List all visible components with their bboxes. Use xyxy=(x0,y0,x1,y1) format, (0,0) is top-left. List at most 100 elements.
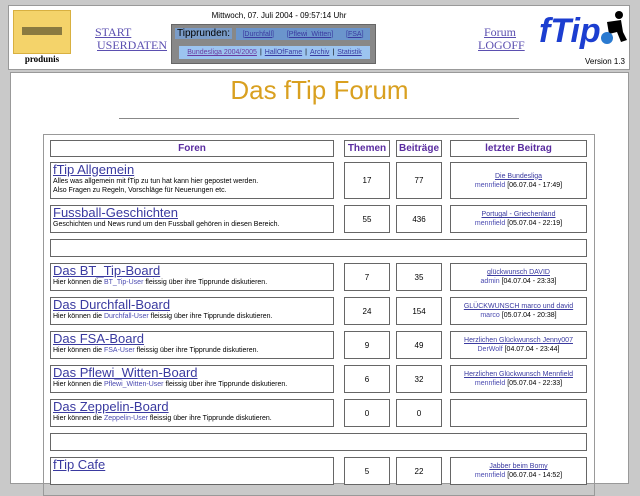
last-post: Herzlichen Glückwunsch Jenny007 DerWolf [… xyxy=(450,331,587,359)
forum-description: Geschichten und News rund um den Fussbal… xyxy=(51,220,333,229)
column-header-label: Themen xyxy=(347,143,387,154)
forum-name-link[interactable]: fTip Allgemein xyxy=(51,163,333,177)
topic-count: 17 xyxy=(344,162,390,199)
forum-name-link[interactable]: fTip Cafe xyxy=(51,458,333,472)
last-post-user[interactable]: mennfield xyxy=(475,472,505,479)
topic-count: 0 xyxy=(344,399,390,427)
forum-description-text: Alles was allgemein mit fTip zu tun hat … xyxy=(53,178,259,185)
last-post xyxy=(450,399,587,427)
post-count-value: 436 xyxy=(412,214,426,224)
last-post-user[interactable]: marco xyxy=(480,312,499,319)
forum-name-link[interactable]: Das FSA-Board xyxy=(51,332,333,346)
description-text: fleissig über ihre Tipprunde diskutieren… xyxy=(147,415,272,422)
user-avatar xyxy=(13,10,71,54)
forum-row-info: Fussball-Geschichten Geschichten und News… xyxy=(50,205,334,233)
last-post-meta: mennfield [05.07.04 - 22:33] xyxy=(451,379,586,388)
userdaten-link[interactable]: USERDATEN xyxy=(97,38,167,53)
column-header-last-post: letzter Beitrag xyxy=(450,140,587,157)
post-count: 77 xyxy=(396,162,442,199)
last-post-link[interactable]: Portugal - Griechenland xyxy=(451,210,586,219)
forum-name-link[interactable]: Das Pflewi_Witten-Board xyxy=(51,366,333,380)
forum-name-link[interactable]: Das Zeppelin-Board xyxy=(51,400,333,414)
post-count: 49 xyxy=(396,331,442,359)
column-header-label: letzter Beitrag xyxy=(485,143,552,154)
last-post: Jabber beim Bomy mennfield [06.07.04 - 14… xyxy=(450,457,587,485)
last-post-date: [06.07.04 - 17:49] xyxy=(507,181,563,189)
description-text: fleissig über ihre Tipprunde diskutieren… xyxy=(143,279,268,286)
halloffame-link[interactable]: HallOfFame xyxy=(265,49,302,56)
nav-panel: Tipprunden: [Durchfall] [Pflewi_Witten] … xyxy=(171,24,376,64)
last-post-user[interactable]: admin xyxy=(481,278,500,285)
bundesliga-link[interactable]: Bundesliga 2004/2005 xyxy=(187,49,257,56)
date-display: Mittwoch, 07. Juli 2004 - 09:57:14 Uhr xyxy=(211,11,347,20)
post-count: 35 xyxy=(396,263,442,291)
post-count-value: 154 xyxy=(412,306,426,316)
header: produnis START USERDATEN Mittwoch, 07. J… xyxy=(8,5,630,70)
last-post-link[interactable]: Herzlichen Glückwunsch Jenny007 xyxy=(451,336,586,345)
version-label: Version 1.3 xyxy=(584,57,625,66)
player-icon xyxy=(601,11,627,44)
last-post-date: [05.07.04 - 20:38] xyxy=(501,312,557,319)
forum-name-link[interactable]: Fussball-Geschichten xyxy=(51,206,333,220)
post-count: 154 xyxy=(396,297,442,325)
user-group-link[interactable]: Pflewi_Witten-User xyxy=(104,381,164,388)
tipprunde-durchfall[interactable]: [Durchfall] xyxy=(242,31,274,38)
description-text: Hier können die xyxy=(53,415,104,422)
forum-row-info: fTip Cafe xyxy=(50,457,334,485)
forum-row-info: Das Pflewi_Witten-Board Hier können die P… xyxy=(50,365,334,393)
topic-count: 5 xyxy=(344,457,390,485)
last-post: Herzlichen Glückwunsch Mennfield mennfiel… xyxy=(450,365,587,393)
logoff-link[interactable]: LOGOFF xyxy=(478,38,525,53)
user-group-link[interactable]: Zeppelin-User xyxy=(104,415,148,422)
statistik-link[interactable]: Statistik xyxy=(337,49,362,56)
description-text: fleissig über ihre Tipprunde diskutieren… xyxy=(134,347,259,354)
description-text: Hier können die xyxy=(53,313,104,320)
tipprunde-fsa[interactable]: [FSA] xyxy=(346,31,364,38)
user-group-link[interactable]: FSA-User xyxy=(104,347,135,354)
last-post-link[interactable]: Herzlichen Glückwunsch Mennfield xyxy=(451,370,586,379)
last-post-user[interactable]: mennfield xyxy=(475,380,505,387)
topic-count: 24 xyxy=(344,297,390,325)
topic-count-value: 0 xyxy=(364,408,370,418)
topic-count: 6 xyxy=(344,365,390,393)
archiv-link[interactable]: Archiv xyxy=(310,49,329,56)
topic-count-value: 7 xyxy=(364,272,370,282)
post-count-value: 49 xyxy=(414,340,424,350)
last-post: glückwunsch DAVID admin [04.07.04 - 23:33… xyxy=(450,263,587,291)
last-post-link[interactable]: Die Bundesliga xyxy=(451,172,586,181)
topic-count-value: 55 xyxy=(362,214,372,224)
user-group-link[interactable]: Durchfall-User xyxy=(104,313,149,320)
username: produnis xyxy=(24,54,60,64)
description-text: fleissig über ihre Tipprunde diskutieren… xyxy=(163,381,288,388)
last-post-meta: marco [05.07.04 - 20:38] xyxy=(451,311,586,320)
post-count-value: 35 xyxy=(414,272,424,282)
forum-name-link[interactable]: Das BT_Tip-Board xyxy=(51,264,333,278)
column-header-themen: Themen xyxy=(344,140,390,157)
post-count: 22 xyxy=(396,457,442,485)
forum-row-info: Das Zeppelin-Board Hier können die Zeppel… xyxy=(50,399,334,427)
last-post-date: [05.07.04 - 22:19] xyxy=(507,220,563,227)
topic-count-value: 17 xyxy=(362,176,372,185)
last-post-user[interactable]: DerWolf xyxy=(478,346,503,353)
description-text: Hier können die xyxy=(53,381,104,388)
forum-row-info: Das Durchfall-Board Hier können die Durch… xyxy=(50,297,334,325)
last-post-date: [05.07.04 - 22:33] xyxy=(507,380,563,387)
last-post: GLÜCKWUNSCH marco und david marco [05.07.… xyxy=(450,297,587,325)
last-post-link[interactable]: GLÜCKWUNSCH marco und david xyxy=(451,302,586,311)
last-post-user[interactable]: mennfield xyxy=(475,220,505,227)
last-post-link[interactable]: Jabber beim Bomy xyxy=(451,462,586,471)
post-count: 0 xyxy=(396,399,442,427)
last-post: Portugal - Griechenland mennfield [05.07.… xyxy=(450,205,587,233)
topic-count: 9 xyxy=(344,331,390,359)
last-post-meta: mennfield [05.07.04 - 22:19] xyxy=(451,219,586,228)
forum-row-info: fTip Allgemein Alles was allgemein mit fT… xyxy=(50,162,334,199)
column-header-beitraege: Beiträge xyxy=(396,140,442,157)
tipprunde-pflewi[interactable]: [Pflewi_Witten] xyxy=(287,31,333,38)
forum-name-link[interactable]: Das Durchfall-Board xyxy=(51,298,333,312)
user-group-link[interactable]: BT_Tip-User xyxy=(104,279,143,286)
last-post-user[interactable]: mennfield xyxy=(475,182,505,189)
ftip-logo: fTip xyxy=(539,12,601,50)
topic-count-value: 5 xyxy=(364,466,370,476)
last-post-link[interactable]: glückwunsch DAVID xyxy=(451,268,586,277)
column-header-forums: Foren xyxy=(50,140,334,157)
